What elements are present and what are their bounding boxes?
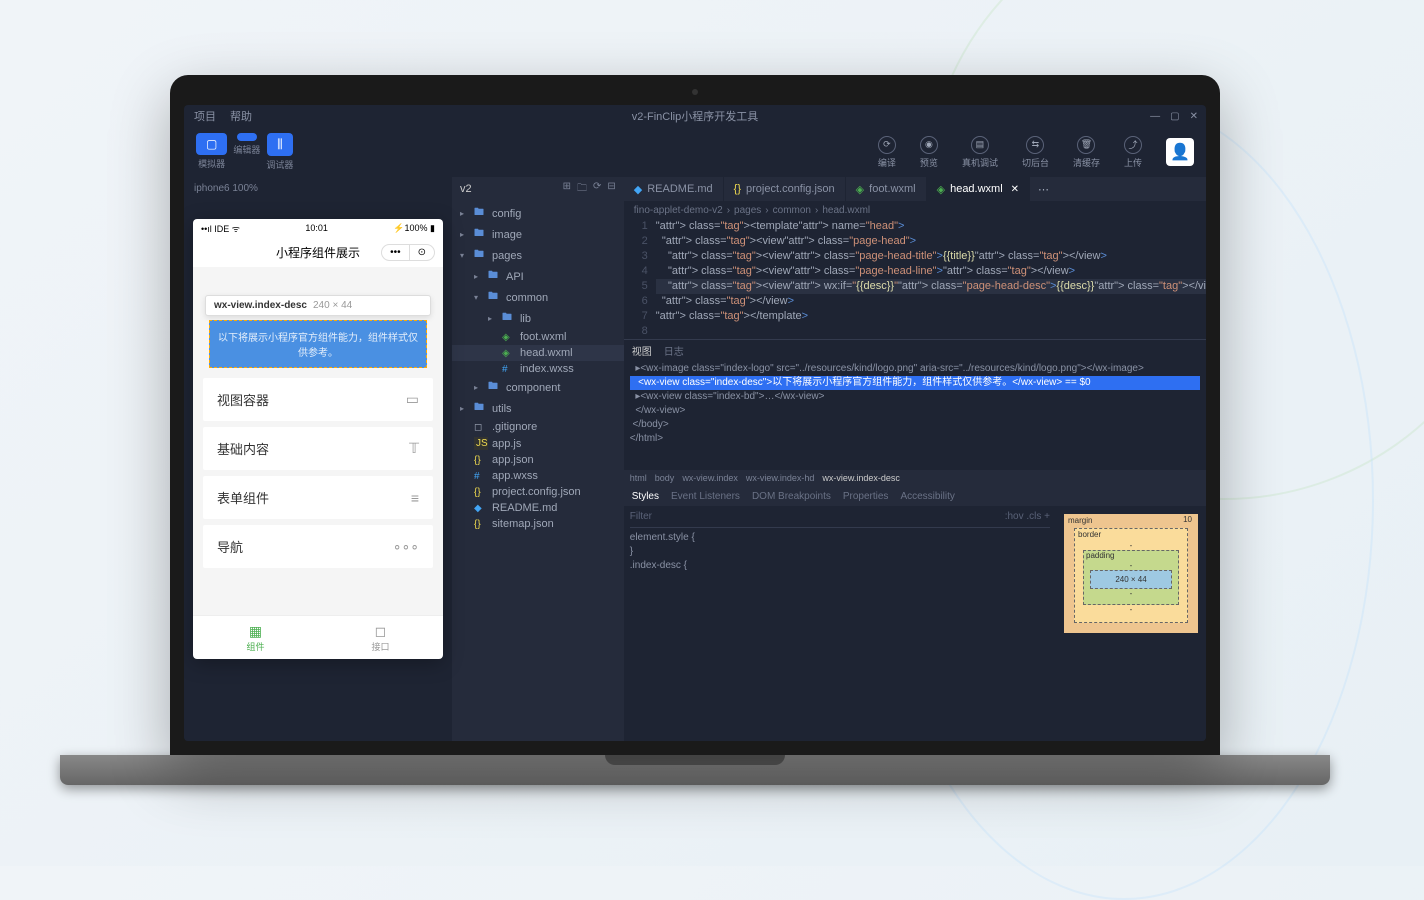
mode-button[interactable] bbox=[237, 133, 257, 141]
crumb-item[interactable]: body bbox=[655, 473, 675, 483]
list-item[interactable]: 导航∘∘∘ bbox=[203, 525, 433, 568]
tree-node[interactable]: ▸🖿API bbox=[452, 266, 624, 287]
capsule-button[interactable]: •••⊙ bbox=[381, 244, 435, 261]
editor-tab[interactable]: ◆README.md bbox=[624, 177, 724, 201]
user-avatar[interactable]: 👤 bbox=[1166, 138, 1194, 166]
inspector-tab[interactable]: 视图 bbox=[632, 343, 652, 358]
editor-tab[interactable]: ◈head.wxml✕ bbox=[927, 177, 1030, 201]
file-explorer: v2 ⊞ 🗀 ⟳ ⊟ ▸🖿config▸🖿image▾🖿pages▸🖿API▾🖿… bbox=[452, 177, 624, 741]
phone-frame: ••ıl IDE ᯤ 10:01 ⚡100% ▮ 小程序组件展示 •••⊙ wx… bbox=[193, 219, 443, 659]
tree-node[interactable]: ◈foot.wxml bbox=[452, 329, 624, 345]
styles-tabs: Styles Event Listeners DOM Breakpoints Prop… bbox=[624, 486, 1206, 506]
title-bar: 项目帮助 v2-FinClip小程序开发工具 — ▢ ✕ bbox=[184, 105, 1206, 127]
menu-item[interactable]: 项目 bbox=[194, 108, 216, 124]
tree-node[interactable]: {}project.config.json bbox=[452, 484, 624, 500]
phone-status-bar: ••ıl IDE ᯤ 10:01 ⚡100% ▮ bbox=[193, 219, 443, 237]
phone-nav-bar: 小程序组件展示 •••⊙ bbox=[193, 237, 443, 267]
style-tab[interactable]: Styles bbox=[632, 491, 659, 502]
style-tab[interactable]: Properties bbox=[843, 491, 889, 502]
close-icon[interactable]: ✕ bbox=[1190, 111, 1198, 122]
list-item[interactable]: 基础内容𝕋 bbox=[203, 427, 433, 470]
new-file-icon[interactable]: ⊞ bbox=[563, 181, 571, 198]
device-indicator: iphone6 100% bbox=[184, 177, 452, 199]
close-tab-icon: ✕ bbox=[1011, 184, 1019, 195]
tab-overflow-icon[interactable]: ⋯ bbox=[1030, 177, 1057, 201]
list-item[interactable]: 表单组件≡ bbox=[203, 476, 433, 519]
tree-node[interactable]: ▾🖿pages bbox=[452, 245, 624, 266]
code-editor[interactable]: 12345678 "attr"> class="tag"><template"a… bbox=[624, 219, 1206, 339]
tree-node[interactable]: ▾🖿common bbox=[452, 287, 624, 308]
breadcrumb: fino-applet-demo-v2 › pages › common › h… bbox=[624, 201, 1206, 219]
tree-node[interactable]: {}sitemap.json bbox=[452, 516, 624, 532]
minimize-icon[interactable]: — bbox=[1150, 111, 1160, 122]
crumb-item[interactable]: wx-view.index-desc bbox=[822, 473, 900, 483]
window-title: v2-FinClip小程序开发工具 bbox=[632, 108, 759, 124]
project-root: v2 bbox=[460, 183, 472, 195]
box-model: 10 - - 240 × 44- - bbox=[1056, 506, 1206, 741]
app-screen: 项目帮助 v2-FinClip小程序开发工具 — ▢ ✕ ▢模拟器编辑器⫼调试器… bbox=[184, 105, 1206, 741]
maximize-icon[interactable]: ▢ bbox=[1170, 111, 1179, 122]
tree-node[interactable]: ▸🖿image bbox=[452, 224, 624, 245]
tree-node[interactable]: #app.wxss bbox=[452, 468, 624, 484]
editor-tabs: ◆README.md{}project.config.json◈foot.wxm… bbox=[624, 177, 1206, 201]
mode-button[interactable]: ▢ bbox=[196, 133, 227, 155]
editor-tab[interactable]: {}project.config.json bbox=[724, 177, 846, 201]
tree-node[interactable]: ◆README.md bbox=[452, 500, 624, 516]
phone-tab-bar: ▦组件◻接口 bbox=[193, 615, 443, 659]
tabbar-item[interactable]: ◻接口 bbox=[318, 616, 443, 659]
style-rules[interactable]: Filter:hov .cls +element.style {}.index-… bbox=[624, 506, 1056, 741]
style-tab[interactable]: Event Listeners bbox=[671, 491, 740, 502]
highlighted-element[interactable]: 以下将展示小程序官方组件能力，组件样式仅供参考。 bbox=[209, 320, 427, 368]
laptop-mockup: 项目帮助 v2-FinClip小程序开发工具 — ▢ ✕ ▢模拟器编辑器⫼调试器… bbox=[170, 75, 1220, 785]
style-tab[interactable]: Accessibility bbox=[900, 491, 954, 502]
tree-node[interactable]: ▸🖿lib bbox=[452, 308, 624, 329]
dom-tree[interactable]: ▸<wx-image class="index-logo" src="../re… bbox=[624, 360, 1206, 470]
tree-node[interactable]: ▸🖿utils bbox=[452, 398, 624, 419]
action-切后台[interactable]: ⇆切后台 bbox=[1016, 136, 1055, 169]
menu-item[interactable]: 帮助 bbox=[230, 108, 252, 124]
mode-button[interactable]: ⫼ bbox=[267, 133, 293, 156]
action-预览[interactable]: ◉预览 bbox=[914, 136, 944, 169]
action-上传[interactable]: ⤴上传 bbox=[1118, 136, 1148, 169]
devtools-inspector: 视图日志 ▸<wx-image class="index-logo" src="… bbox=[624, 339, 1206, 741]
inspector-tab[interactable]: 日志 bbox=[664, 343, 684, 358]
action-编译[interactable]: ⟳编译 bbox=[872, 136, 902, 169]
tree-node[interactable]: ▸🖿config bbox=[452, 203, 624, 224]
crumb-item[interactable]: wx-view.index-hd bbox=[746, 473, 815, 483]
simulator-panel: iphone6 100% ••ıl IDE ᯤ 10:01 ⚡100% ▮ 小程… bbox=[184, 177, 452, 741]
dom-breadcrumb[interactable]: html body wx-view.index wx-view.index-hd wx-… bbox=[624, 470, 1206, 486]
editor-tab[interactable]: ◈foot.wxml bbox=[846, 177, 927, 201]
tree-node[interactable]: ◈head.wxml bbox=[452, 345, 624, 361]
crumb-item[interactable]: wx-view.index bbox=[682, 473, 738, 483]
tree-node[interactable]: {}app.json bbox=[452, 452, 624, 468]
tree-node[interactable]: ▸🖿component bbox=[452, 377, 624, 398]
refresh-icon[interactable]: ⟳ bbox=[593, 181, 601, 198]
toolbar: ▢模拟器编辑器⫼调试器 ⟳编译◉预览▤真机调试⇆切后台🗑清缓存⤴上传 👤 bbox=[184, 127, 1206, 177]
action-清缓存[interactable]: 🗑清缓存 bbox=[1067, 136, 1106, 169]
editor-panel: ◆README.md{}project.config.json◈foot.wxm… bbox=[624, 177, 1206, 741]
tree-node[interactable]: #index.wxss bbox=[452, 361, 624, 377]
list-item[interactable]: 视图容器▭ bbox=[203, 378, 433, 421]
tree-node[interactable]: ◻.gitignore bbox=[452, 419, 624, 435]
page-title: 小程序组件展示 bbox=[276, 244, 360, 261]
new-folder-icon[interactable]: 🗀 bbox=[577, 181, 587, 198]
collapse-icon[interactable]: ⊟ bbox=[607, 181, 615, 198]
tree-node[interactable]: JSapp.js bbox=[452, 435, 624, 452]
crumb-item[interactable]: html bbox=[630, 473, 647, 483]
action-真机调试[interactable]: ▤真机调试 bbox=[956, 136, 1004, 169]
inspector-tooltip: wx-view.index-desc240 × 44 bbox=[205, 295, 431, 316]
filter-input[interactable]: Filter bbox=[630, 510, 652, 524]
style-tab[interactable]: DOM Breakpoints bbox=[752, 491, 831, 502]
tabbar-item[interactable]: ▦组件 bbox=[193, 616, 318, 659]
window-controls[interactable]: — ▢ ✕ bbox=[1150, 111, 1198, 122]
